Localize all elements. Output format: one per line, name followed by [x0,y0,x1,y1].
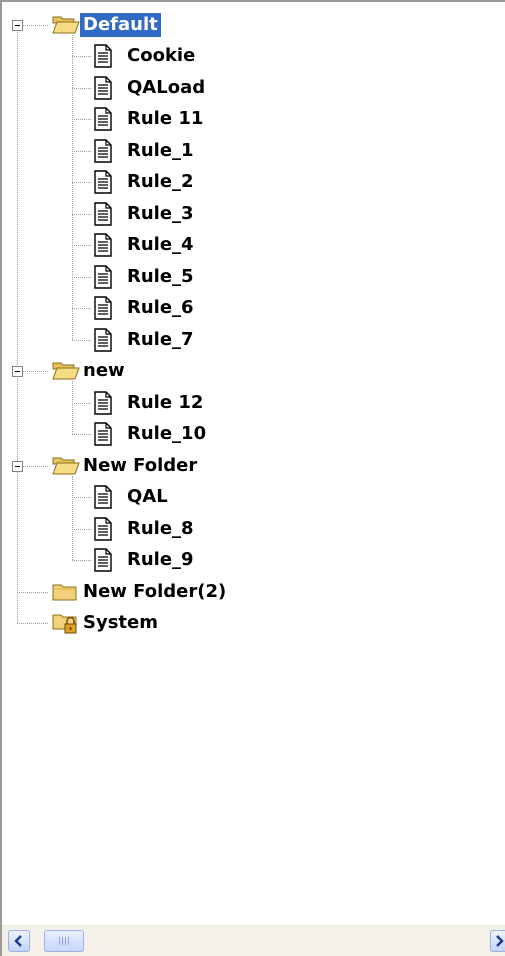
tree-file-item[interactable]: Rule_9 [124,545,197,575]
scroll-thumb[interactable] [44,930,84,952]
tree-folder-item[interactable]: new [80,356,128,386]
collapse-toggle[interactable] [12,366,23,378]
tree-folder-item[interactable]: New Folder [80,451,200,481]
tree-connector [72,245,91,247]
document-icon [93,296,113,324]
tree-item-label: Rule_9 [127,549,194,571]
tree-connector [72,150,91,152]
thumb-grip [59,937,69,945]
tree-connector [72,402,91,404]
tree-item-label: Rule_6 [127,297,194,319]
tree-folder-item[interactable]: New Folder(2) [80,577,229,607]
tree-item-label: New Folder [83,454,198,476]
tree-file-item[interactable]: Rule_4 [124,230,197,260]
tree-connector [72,56,91,58]
chevron-right-icon [494,932,504,951]
open-folder-icon [52,359,80,385]
tree-file-item[interactable]: Rule_3 [124,199,197,229]
collapse-toggle[interactable] [12,19,23,31]
tree-file-item[interactable]: Rule 12 [124,388,206,418]
tree-item-label: Rule_4 [127,234,194,256]
document-icon [93,76,113,104]
tree-connector [72,560,91,562]
scroll-right-button[interactable] [490,930,505,952]
tree-item-label: Rule 11 [127,108,204,130]
open-folder-icon [52,13,80,39]
tree-branch-line [72,475,73,561]
tree-connector [72,276,91,278]
tree-connector [17,623,48,625]
document-icon [93,485,113,513]
tree-item-label: Rule 12 [127,391,204,413]
tree-connector [72,119,91,121]
tree-item-label: Rule_3 [127,202,194,224]
tree-file-item[interactable]: Rule 11 [124,104,206,134]
tree-item-label: new [83,360,125,382]
tree-item-label: Rule_5 [127,265,194,287]
tree-file-item[interactable]: QALoad [124,73,208,103]
tree-folder-item[interactable]: Default [80,10,161,40]
tree-connector [72,308,91,310]
document-icon [93,328,113,356]
tree-connector [72,528,91,530]
tree-item-label: Rule_2 [127,171,194,193]
tree-file-item[interactable]: QAL [124,482,171,512]
tree-folder-item[interactable]: System [80,608,161,638]
locked-folder-icon [52,611,80,639]
tree-connector [72,339,91,341]
tree-file-item[interactable]: Rule_1 [124,136,197,166]
tree-item-label: Rule_10 [127,423,207,445]
tree-branch-line [72,34,73,340]
document-icon [93,233,113,261]
tree-connector [17,591,48,593]
tree-item-label: Rule_1 [127,139,194,161]
tree-root-line [17,24,18,624]
document-icon [93,202,113,230]
document-icon [93,548,113,576]
chevron-left-icon [14,932,24,951]
tree-item-label: Rule_7 [127,328,194,350]
tree-item-label: System [83,612,158,634]
tree-panel: Default Cookie QALoad Rule 11 Rule_1 Rul… [0,0,505,956]
tree-connector [72,434,91,436]
tree-item-label: Cookie [127,45,196,67]
scroll-left-button[interactable] [8,930,30,952]
horizontal-scrollbar[interactable] [2,925,505,956]
tree-item-label: QALoad [127,76,206,98]
open-folder-icon [52,454,80,480]
document-icon [93,44,113,72]
tree-item-label: New Folder(2) [83,580,227,602]
tree-file-item[interactable]: Rule_6 [124,293,197,323]
tree-connector [72,87,91,89]
tree-file-item[interactable]: Rule_8 [124,514,197,544]
tree-file-item[interactable]: Rule_5 [124,262,197,292]
collapse-toggle[interactable] [12,460,23,472]
tree-connector [72,182,91,184]
document-icon [93,265,113,293]
document-icon [93,517,113,545]
tree-file-item[interactable]: Rule_10 [124,419,209,449]
tree-file-item[interactable]: Rule_7 [124,325,197,355]
tree-connector [72,213,91,215]
tree-file-item[interactable]: Cookie [124,41,198,71]
document-icon [93,422,113,450]
folder-tree: Default Cookie QALoad Rule 11 Rule_1 Rul… [2,2,505,926]
document-icon [93,107,113,135]
tree-item-label: Default [80,12,161,37]
document-icon [93,391,113,419]
tree-item-label: Rule_8 [127,517,194,539]
tree-connector [72,497,91,499]
tree-item-label: QAL [127,486,168,508]
tree-file-item[interactable]: Rule_2 [124,167,197,197]
tree-branch-line [72,381,73,435]
document-icon [93,170,113,198]
folder-icon [52,580,78,606]
document-icon [93,139,113,167]
